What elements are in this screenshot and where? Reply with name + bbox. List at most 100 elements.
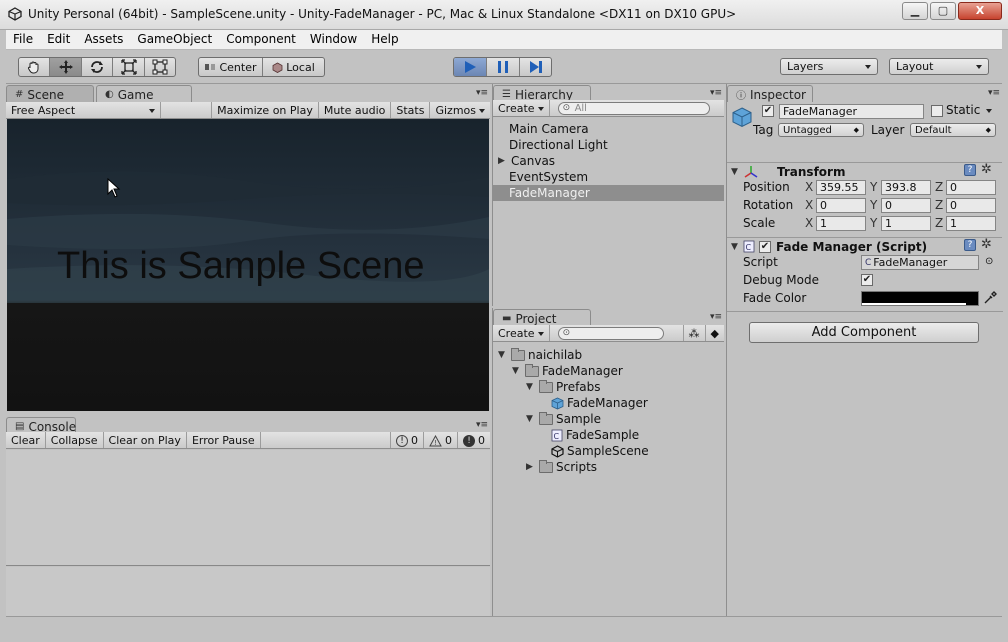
close-button[interactable]: X xyxy=(958,2,1002,20)
collapse-arrow-icon[interactable]: ▼ xyxy=(512,366,522,376)
collapse-arrow-icon[interactable]: ▼ xyxy=(526,414,536,424)
layers-dropdown[interactable]: Layers xyxy=(780,58,878,75)
console-detail-area[interactable] xyxy=(6,567,490,616)
pause-button[interactable] xyxy=(487,58,520,76)
expand-arrow-icon[interactable]: ▶ xyxy=(498,156,508,166)
maximize-button[interactable]: ▢ xyxy=(930,2,956,20)
hierarchy-create-dropdown[interactable]: Create xyxy=(493,100,550,116)
rotation-x-field[interactable]: 0 xyxy=(816,198,866,213)
position-y-field[interactable]: 393.8 xyxy=(881,180,931,195)
project-folder-sample[interactable]: ▼ Sample xyxy=(526,411,601,426)
layout-dropdown[interactable]: Layout xyxy=(889,58,989,75)
position-x-field[interactable]: 359.55 xyxy=(816,180,866,195)
menu-help[interactable]: Help xyxy=(364,30,405,49)
gear-icon[interactable]: ✲ xyxy=(981,162,992,177)
project-folder-naichilab[interactable]: ▼ naichilab xyxy=(498,347,582,362)
help-icon[interactable]: ? xyxy=(964,164,976,176)
game-viewport[interactable]: This is Sample Scene xyxy=(7,119,489,411)
layer-dropdown[interactable]: Default ◆ xyxy=(910,123,996,137)
transform-header[interactable]: ▼ Transform xyxy=(727,162,1002,180)
gizmos-dropdown[interactable]: Gizmos xyxy=(430,102,490,118)
console-log-area[interactable] xyxy=(6,450,490,566)
tab-inspector[interactable]: ⓘ Inspector xyxy=(727,85,813,102)
menu-window[interactable]: Window xyxy=(303,30,364,49)
collapse-arrow-icon[interactable]: ▼ xyxy=(526,382,536,392)
project-script-fadesample[interactable]: C FadeSample xyxy=(551,428,639,442)
menu-assets[interactable]: Assets xyxy=(77,30,130,49)
rotation-y-field[interactable]: 0 xyxy=(881,198,931,213)
mute-audio-toggle[interactable]: Mute audio xyxy=(319,102,392,118)
play-button[interactable] xyxy=(454,58,487,76)
menu-gameobject[interactable]: GameObject xyxy=(130,30,219,49)
collapse-arrow-icon[interactable]: ▼ xyxy=(731,167,741,177)
static-checkbox[interactable] xyxy=(931,105,943,117)
filter-by-label-button[interactable]: ◆ xyxy=(706,325,724,341)
panel-menu-icon[interactable]: ▾≡ xyxy=(988,88,1000,98)
console-info-filter[interactable]: ! 0 xyxy=(390,432,424,448)
tag-dropdown[interactable]: Untagged ◆ xyxy=(778,123,864,137)
move-tool-button[interactable] xyxy=(50,58,82,76)
maximize-on-play-toggle[interactable]: Maximize on Play xyxy=(212,102,319,118)
fade-manager-header[interactable]: ▼ C ✔ Fade Manager (Script) xyxy=(727,237,1002,255)
collapse-arrow-icon[interactable]: ▼ xyxy=(731,242,741,252)
script-object-field[interactable]: C FadeManager xyxy=(861,255,979,270)
panel-menu-icon[interactable]: ▾≡ xyxy=(476,420,488,430)
collapse-arrow-icon[interactable]: ▼ xyxy=(498,350,508,360)
project-prefab-fademanager[interactable]: FadeManager xyxy=(551,396,648,410)
tab-game[interactable]: ◐ Game xyxy=(96,85,192,102)
hierarchy-item-directional-light[interactable]: Directional Light xyxy=(509,138,608,152)
console-clear-on-play-toggle[interactable]: Clear on Play xyxy=(104,432,187,448)
object-name-field[interactable]: FadeManager xyxy=(779,104,924,119)
expand-arrow-icon[interactable]: ▶ xyxy=(526,462,536,472)
panel-menu-icon[interactable]: ▾≡ xyxy=(710,312,722,322)
panel-menu-icon[interactable]: ▾≡ xyxy=(710,88,722,98)
console-collapse-toggle[interactable]: Collapse xyxy=(46,432,104,448)
stats-toggle[interactable]: Stats xyxy=(391,102,431,118)
static-dropdown-icon[interactable] xyxy=(986,109,992,113)
aspect-dropdown[interactable]: Free Aspect xyxy=(6,102,162,118)
debug-mode-checkbox[interactable]: ✔ xyxy=(861,274,873,286)
scale-tool-button[interactable] xyxy=(113,58,145,76)
minimize-button[interactable]: ▁ xyxy=(902,2,928,20)
position-z-field[interactable]: 0 xyxy=(946,180,996,195)
scale-y-field[interactable]: 1 xyxy=(881,216,931,231)
rotate-tool-button[interactable] xyxy=(82,58,113,76)
menu-file[interactable]: File xyxy=(6,30,40,49)
project-create-dropdown[interactable]: Create xyxy=(493,325,550,341)
console-warning-filter[interactable]: ! 0 xyxy=(424,432,458,448)
tab-project[interactable]: ▬ Project xyxy=(493,309,591,326)
hand-tool-button[interactable] xyxy=(19,58,50,76)
fade-color-swatch[interactable] xyxy=(861,291,979,306)
console-error-filter[interactable]: ! 0 xyxy=(458,432,490,448)
scale-z-field[interactable]: 1 xyxy=(946,216,996,231)
panel-menu-icon[interactable]: ▾≡ xyxy=(476,88,488,98)
project-folder-fademanager[interactable]: ▼ FadeManager xyxy=(512,363,623,378)
scale-x-field[interactable]: 1 xyxy=(816,216,866,231)
menu-edit[interactable]: Edit xyxy=(40,30,77,49)
step-button[interactable] xyxy=(520,58,551,76)
project-scene-samplescene[interactable]: SampleScene xyxy=(551,444,649,458)
script-enabled-checkbox[interactable]: ✔ xyxy=(759,240,771,253)
help-icon[interactable]: ? xyxy=(964,239,976,251)
project-search-input[interactable]: ⊙ xyxy=(557,326,664,340)
rotation-z-field[interactable]: 0 xyxy=(946,198,996,213)
console-error-pause-toggle[interactable]: Error Pause xyxy=(187,432,261,448)
add-component-button[interactable]: Add Component xyxy=(749,322,979,343)
hierarchy-item-canvas[interactable]: ▶ Canvas xyxy=(498,154,555,168)
tab-scene[interactable]: # Scene xyxy=(6,85,94,102)
hierarchy-item-main-camera[interactable]: Main Camera xyxy=(509,122,589,136)
console-clear-button[interactable]: Clear xyxy=(6,432,46,448)
object-picker-icon[interactable]: ⊙ xyxy=(985,256,993,267)
hierarchy-search-input[interactable]: ⊙ All xyxy=(557,101,710,115)
pivot-center-button[interactable]: Center xyxy=(199,58,263,76)
pivot-local-button[interactable]: Local xyxy=(263,58,324,76)
menu-component[interactable]: Component xyxy=(219,30,303,49)
project-folder-scripts[interactable]: ▶ Scripts xyxy=(526,459,597,474)
hierarchy-item-eventsystem[interactable]: EventSystem xyxy=(509,170,588,184)
hierarchy-item-fademanager[interactable]: FadeManager xyxy=(509,186,590,200)
active-checkbox[interactable]: ✔ xyxy=(762,105,774,117)
project-folder-prefabs[interactable]: ▼ Prefabs xyxy=(526,379,601,394)
gear-icon[interactable]: ✲ xyxy=(981,237,992,252)
filter-by-type-button[interactable]: ⁂ xyxy=(682,325,706,341)
rect-tool-button[interactable] xyxy=(145,58,175,76)
